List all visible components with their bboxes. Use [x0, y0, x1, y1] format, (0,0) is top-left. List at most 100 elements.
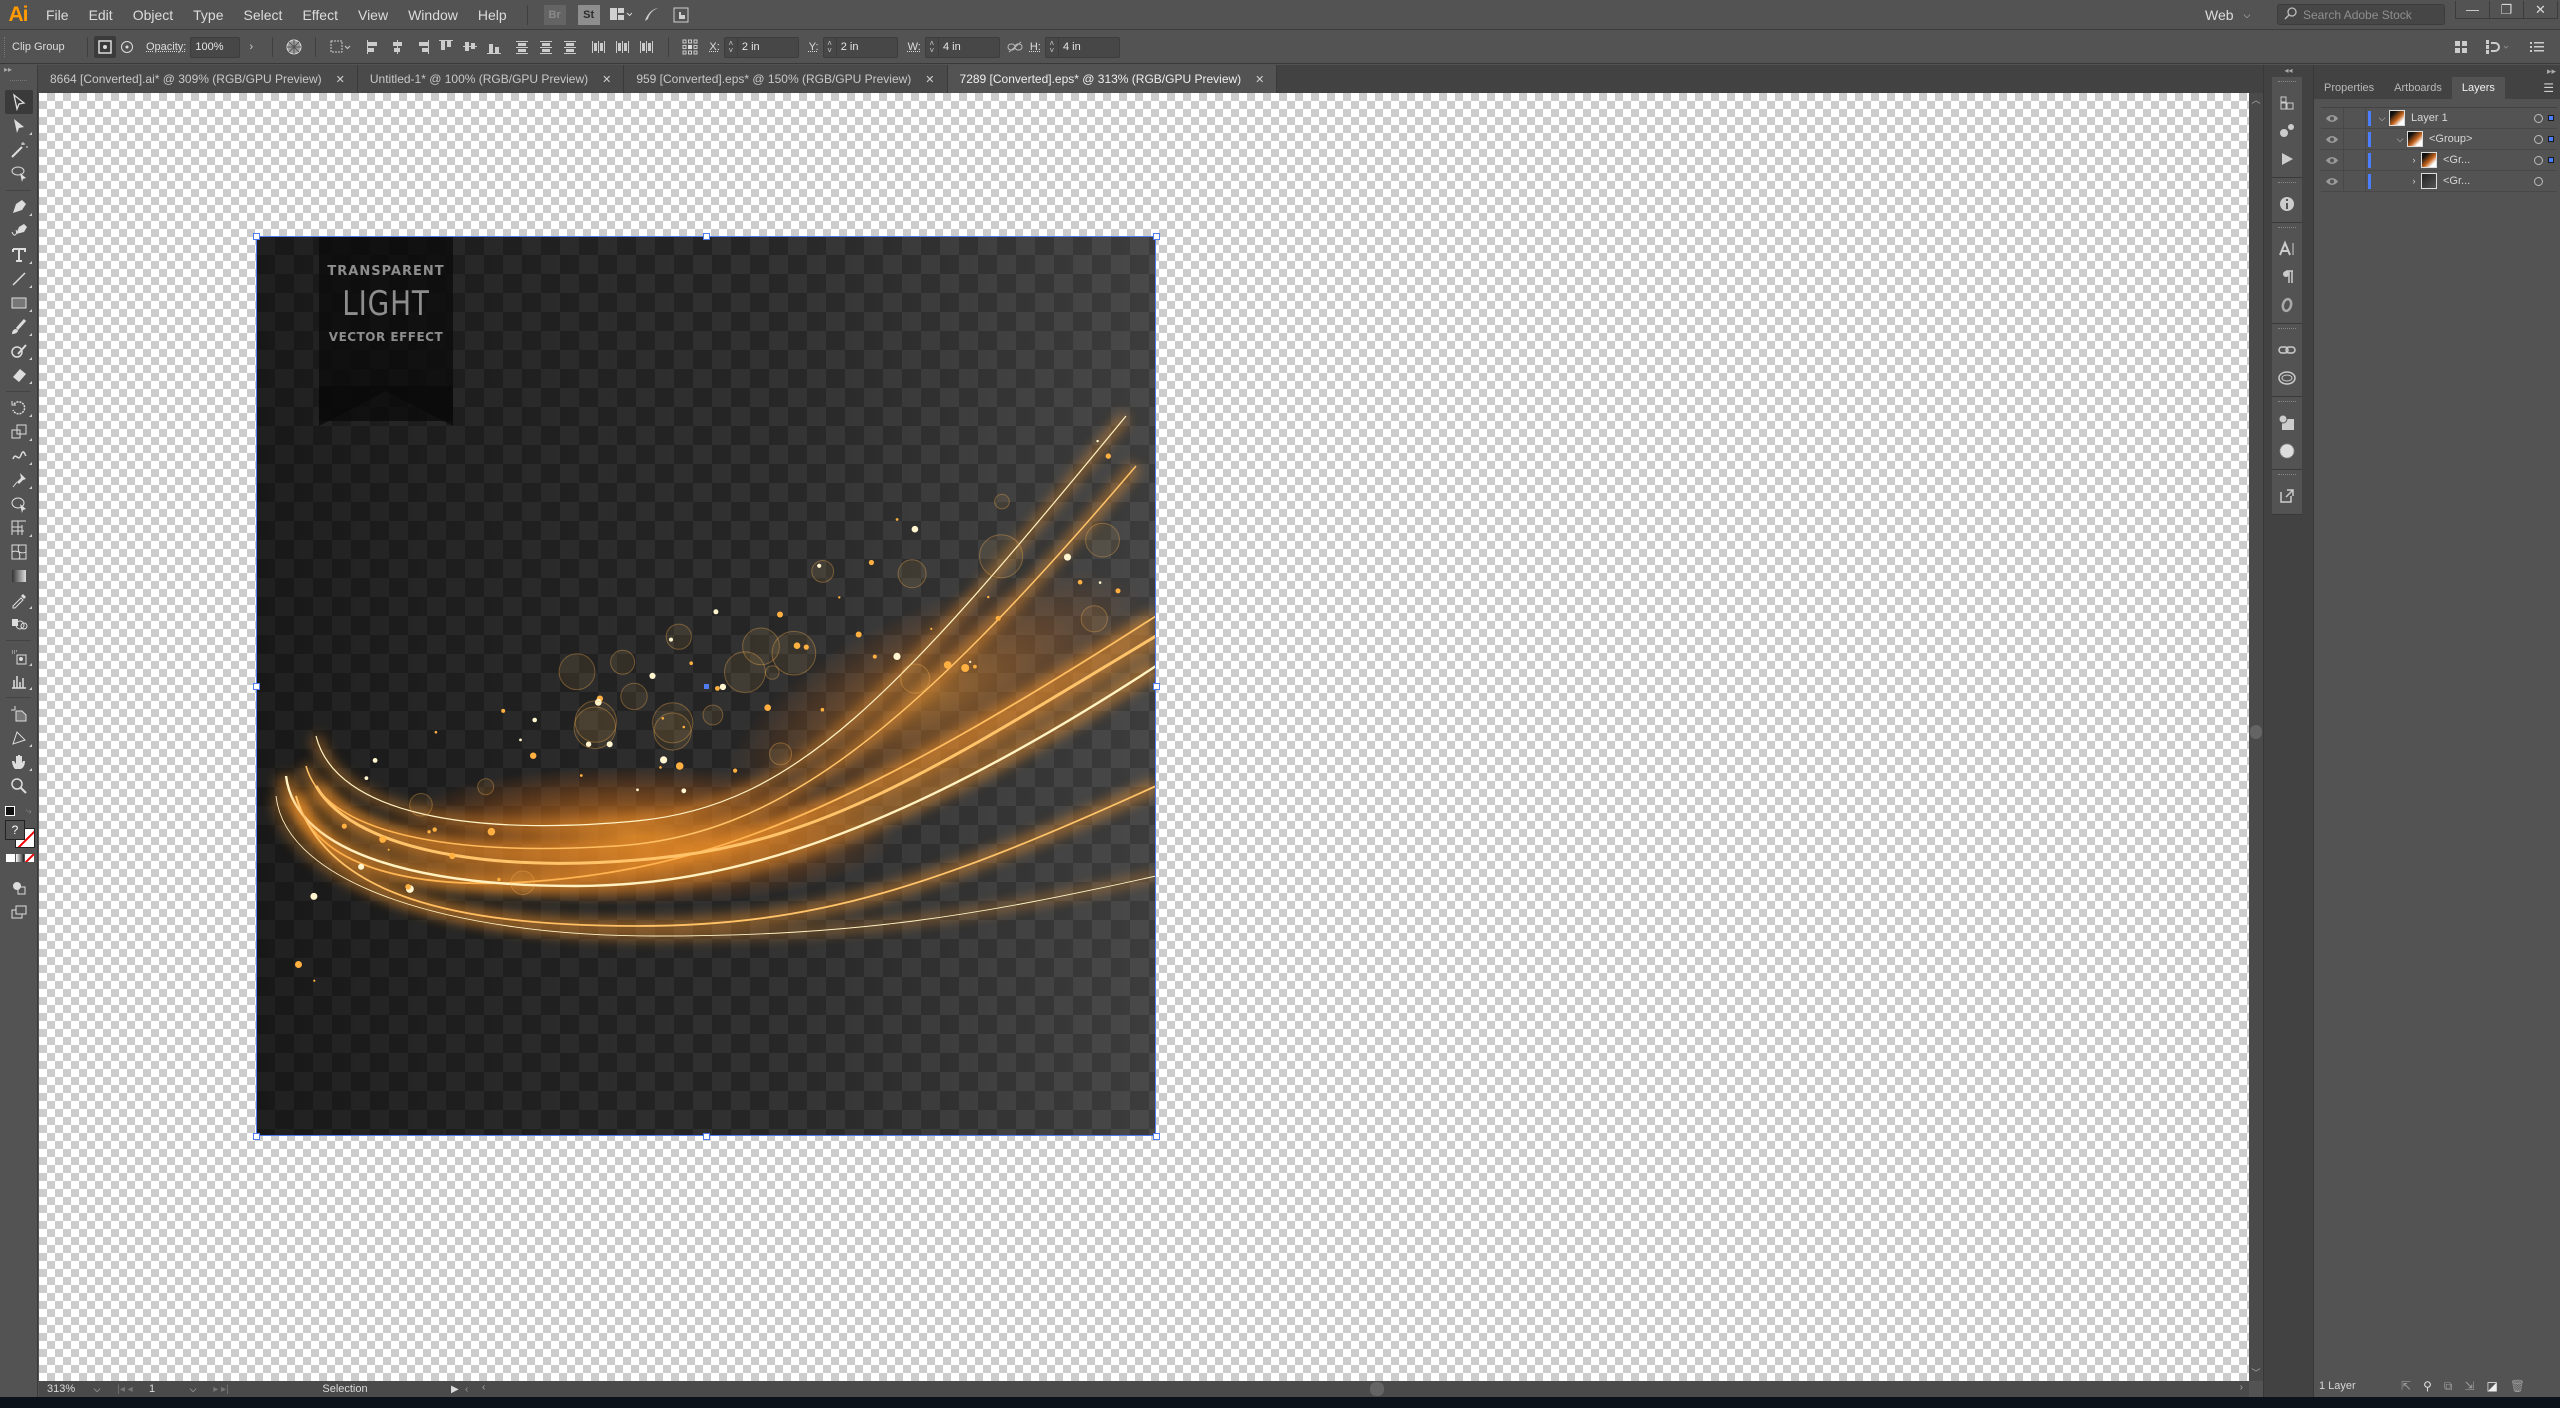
status-menu-icon[interactable]: ▶ — [451, 1384, 465, 1395]
make-clipping-mask-icon[interactable]: ⧉ — [2444, 1379, 2453, 1394]
lasso-tool[interactable] — [0, 162, 38, 186]
layer-row[interactable]: › <Gr... — [2321, 149, 2557, 171]
align-bottom-icon[interactable] — [482, 36, 506, 58]
constrain-proportions-link-icon[interactable] — [1004, 36, 1026, 58]
current-tool-status[interactable]: Selection — [239, 1383, 451, 1395]
horizontal-scrollbar[interactable]: ‹ › — [478, 1381, 2249, 1397]
hand-tool[interactable] — [0, 750, 38, 774]
resize-handle-n[interactable] — [703, 233, 710, 240]
selected-art-indicator[interactable] — [2548, 157, 2554, 163]
h-input[interactable] — [1058, 41, 1119, 53]
warp-tool[interactable] — [0, 444, 38, 468]
vertical-scrollbar[interactable]: ︿ ﹀ — [2249, 93, 2263, 1381]
blend-tool[interactable] — [0, 612, 38, 636]
touch-workspace-icon[interactable] — [666, 7, 696, 23]
screen-mode-button[interactable] — [0, 900, 38, 924]
visibility-eye-icon[interactable] — [2321, 114, 2343, 123]
recolor-artwork-icon[interactable] — [283, 36, 305, 58]
h-stepper[interactable]: ˄ ˅ — [1046, 37, 1059, 57]
default-fill-stroke-icon[interactable] — [5, 806, 15, 816]
eraser-tool[interactable] — [0, 363, 38, 387]
resize-handle-w[interactable] — [253, 683, 260, 690]
target-circle-icon[interactable] — [2534, 134, 2543, 144]
menu-edit[interactable]: Edit — [79, 0, 123, 30]
fill-swatch-unknown[interactable]: ? — [5, 820, 25, 840]
chevron-right-icon[interactable]: › — [2407, 176, 2421, 186]
character-icon[interactable] — [2272, 235, 2302, 263]
paragraph-icon[interactable] — [2272, 263, 2302, 291]
resize-handle-ne[interactable] — [1153, 233, 1160, 240]
distribute-bottom-icon[interactable] — [558, 36, 582, 58]
tab-layers[interactable]: Layers — [2451, 77, 2505, 99]
close-tab-icon[interactable]: ✕ — [336, 73, 345, 86]
selected-art-indicator[interactable] — [2548, 136, 2554, 142]
menu-type[interactable]: Type — [183, 0, 233, 30]
lock-toggle[interactable] — [2343, 128, 2366, 150]
opentype-icon[interactable] — [2272, 291, 2302, 319]
visibility-eye-icon[interactable] — [2321, 177, 2343, 186]
stock-search-field[interactable] — [2277, 4, 2445, 25]
x-stepper[interactable]: ˄ ˅ — [725, 37, 738, 57]
opacity-expand-button[interactable]: › — [240, 36, 262, 58]
workspace-switcher[interactable]: Web ⌵ — [2205, 0, 2250, 30]
locate-object-icon[interactable]: ⚲ — [2423, 1379, 2432, 1393]
menu-select[interactable]: Select — [234, 0, 293, 30]
actions-play-icon[interactable] — [2272, 145, 2302, 173]
align-horizontal-center-icon[interactable] — [386, 36, 410, 58]
artboards-panel-icon[interactable] — [2272, 89, 2302, 117]
scroll-down-icon[interactable]: ﹀ — [2249, 1366, 2263, 1379]
chevron-down-icon[interactable]: ⌵ — [2393, 134, 2407, 145]
expand-toolbar-icon[interactable]: ▸▸ — [0, 65, 37, 77]
create-new-layer-icon[interactable]: ◪ — [2487, 1379, 2498, 1393]
menu-object[interactable]: Object — [123, 0, 183, 30]
symbol-sprayer-tool[interactable] — [0, 645, 38, 669]
distribute-left-icon[interactable] — [586, 36, 610, 58]
resize-handle-sw[interactable] — [253, 1133, 260, 1140]
appearance-icon[interactable] — [2272, 437, 2302, 465]
canvas[interactable]: TRANSPARENT LIGHT VECTOR EFFECT — [39, 93, 2249, 1381]
opacity-label[interactable]: Opacity: — [146, 41, 186, 53]
document-tab-active[interactable]: 7289 [Converted].eps* @ 313% (RGB/GPU Pr… — [947, 65, 1278, 93]
image-trace-icon[interactable] — [2272, 409, 2302, 437]
align-vertical-center-icon[interactable] — [458, 36, 482, 58]
artboard-tool[interactable] — [0, 702, 38, 726]
swap-fill-stroke-icon[interactable]: ⤷ — [26, 806, 32, 817]
transform-icon[interactable] — [2450, 36, 2472, 58]
lock-toggle[interactable] — [2343, 149, 2366, 171]
arrange-documents-icon[interactable] — [606, 7, 636, 22]
zoom-level[interactable]: 313% — [39, 1383, 87, 1395]
mesh-tool[interactable] — [0, 540, 38, 564]
magic-wand-tool[interactable] — [0, 138, 38, 162]
select-similar-icon[interactable] — [326, 36, 356, 58]
rectangle-tool[interactable] — [0, 291, 38, 315]
bridge-icon[interactable]: Br — [543, 4, 566, 25]
close-tab-icon[interactable]: ✕ — [1255, 73, 1264, 86]
close-tab-icon[interactable]: ✕ — [602, 73, 611, 86]
drag-grip[interactable] — [4, 37, 8, 57]
layer-row[interactable]: ⌵ Layer 1 — [2321, 107, 2557, 129]
target-circle-icon[interactable] — [2534, 113, 2543, 123]
creative-cloud-libraries-icon[interactable] — [2272, 364, 2302, 392]
minimize-button[interactable]: — — [2456, 1, 2489, 18]
x-field[interactable]: ˄ ˅ — [723, 36, 799, 58]
line-segment-tool[interactable] — [0, 267, 38, 291]
y-input[interactable] — [836, 41, 897, 53]
resize-handle-s[interactable] — [703, 1133, 710, 1140]
distribute-vertical-center-icon[interactable] — [534, 36, 558, 58]
menu-file[interactable]: File — [36, 0, 79, 30]
chevron-right-icon[interactable]: › — [2407, 155, 2421, 165]
tab-artboards[interactable]: Artboards — [2384, 77, 2452, 99]
drag-grip[interactable] — [2278, 474, 2296, 480]
color-icon[interactable] — [6, 854, 15, 862]
rotate-tool[interactable] — [0, 396, 38, 420]
panel-menu-list-icon[interactable] — [2526, 36, 2548, 58]
vertical-scroll-thumb[interactable] — [2250, 725, 2262, 739]
align-right-icon[interactable] — [410, 36, 434, 58]
paintbrush-tool[interactable] — [0, 315, 38, 339]
asset-export-icon[interactable] — [2272, 117, 2302, 145]
document-tab[interactable]: 8664 [Converted].ai* @ 309% (RGB/GPU Pre… — [38, 65, 358, 93]
edit-contents-button[interactable] — [116, 36, 138, 58]
layer-row[interactable]: ⌵ <Group> — [2321, 128, 2557, 150]
type-tool[interactable] — [0, 243, 38, 267]
zoom-dropdown-icon[interactable]: ⌵ — [87, 1384, 107, 1395]
